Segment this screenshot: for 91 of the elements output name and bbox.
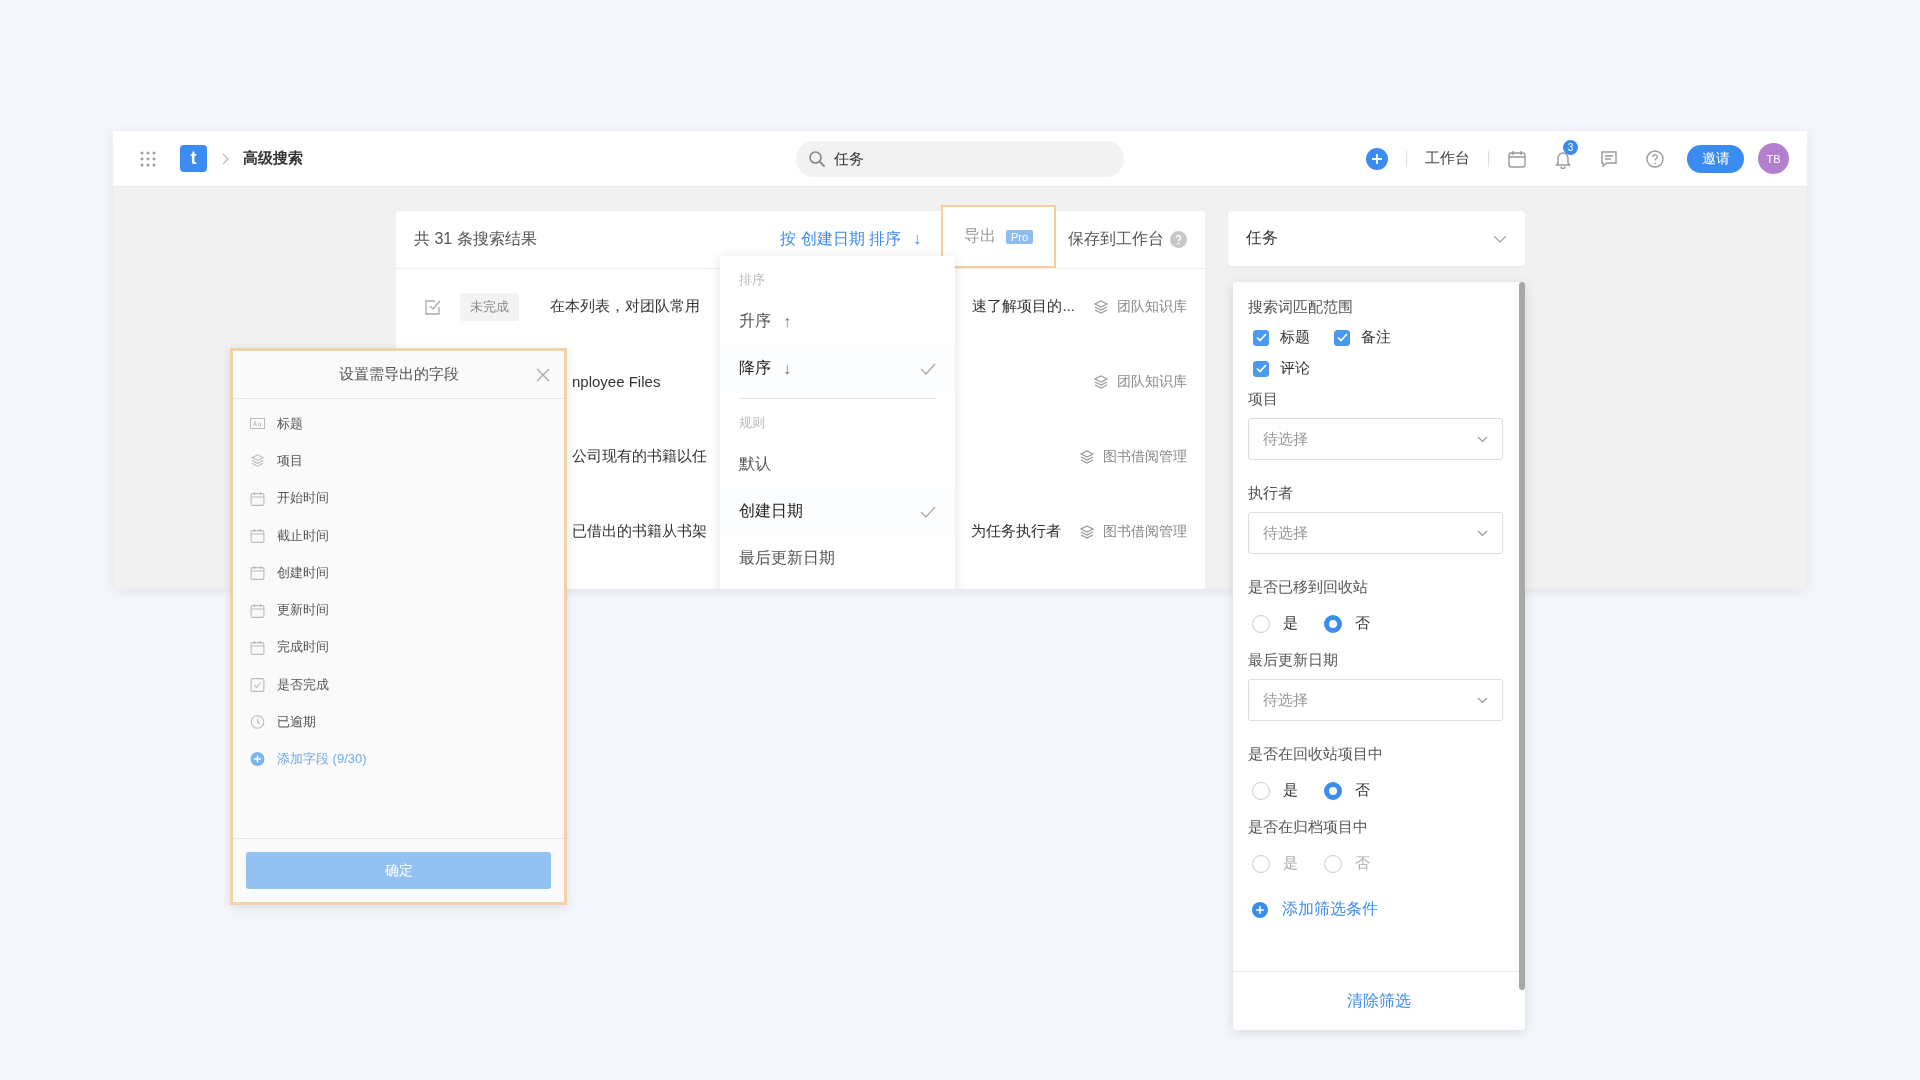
- page-title: 高级搜索: [243, 149, 303, 168]
- checkbox[interactable]: [1253, 360, 1269, 377]
- task-title[interactable]: nployee Files: [572, 373, 661, 390]
- filter-label: 是否在归档项目中: [1248, 817, 1369, 837]
- field-name: 截止时间: [277, 526, 329, 545]
- chevron-down-icon: [1477, 435, 1488, 443]
- project-name: 图书借阅管理: [1103, 522, 1187, 541]
- result-count: 共 31 条搜索结果: [414, 229, 537, 249]
- radio-button[interactable]: [1324, 614, 1342, 633]
- radio-label: 是: [1283, 854, 1298, 873]
- chat-icon[interactable]: [1599, 148, 1619, 169]
- sort-button[interactable]: 按 创建日期 排序 ↓: [780, 229, 921, 250]
- add-icon: [250, 752, 265, 767]
- search-field[interactable]: 任务: [796, 141, 1124, 177]
- layers-icon: [1079, 523, 1095, 540]
- task-title[interactable]: 速了解项目的...: [972, 297, 1075, 316]
- task-checkbox-icon[interactable]: [424, 297, 442, 316]
- chevron-down-icon: [1493, 234, 1507, 243]
- clock-icon: [250, 715, 265, 729]
- text-field-icon: [250, 417, 265, 431]
- checkbox[interactable]: [1253, 329, 1269, 346]
- layers-icon: [1093, 298, 1109, 315]
- radio-label: 否: [1355, 781, 1370, 800]
- save-to-workspace-button[interactable]: 保存到工作台: [1068, 229, 1164, 250]
- calendar-icon: [250, 528, 265, 544]
- radio-button[interactable]: [1324, 781, 1342, 800]
- filter-label: 项目: [1248, 389, 1279, 409]
- layers-icon: [1093, 373, 1109, 390]
- apps-icon[interactable]: [140, 150, 156, 167]
- checkbox-label: 标题: [1280, 328, 1310, 347]
- checkbox[interactable]: [1334, 329, 1350, 346]
- checkmark-icon: [920, 505, 936, 518]
- task-title[interactable]: 在本列表，对团队常用: [550, 297, 700, 316]
- filter-label: 执行者: [1248, 483, 1294, 503]
- filter-label: 最后更新日期: [1248, 650, 1339, 670]
- add-icon: [1252, 901, 1268, 918]
- calendar-icon[interactable]: [1507, 148, 1527, 169]
- sort-option[interactable]: 默认: [720, 441, 955, 488]
- sort-option[interactable]: 最后更新日期: [720, 535, 955, 582]
- workspace-link[interactable]: 工作台: [1425, 149, 1470, 168]
- field-name: 更新时间: [277, 601, 329, 620]
- filter-label: 是否已移到回收站: [1248, 577, 1369, 597]
- chevron-down-icon: [1477, 696, 1488, 704]
- clear-filter-link[interactable]: 清除筛选: [1347, 990, 1411, 1012]
- calendar-icon: [250, 639, 265, 655]
- chevron-right-icon: [221, 152, 229, 165]
- filter-label: 是否在回收站项目中: [1248, 744, 1384, 764]
- menu-section-heading: 规则: [738, 414, 766, 432]
- project-name: 团队知识库: [1117, 297, 1187, 316]
- checkbox-label: 评论: [1280, 359, 1310, 378]
- dialog-title: 设置需导出的字段: [338, 365, 459, 384]
- checkbox-label: 备注: [1361, 328, 1391, 347]
- field-name: 创建时间: [277, 563, 329, 582]
- radio-label: 是: [1283, 781, 1298, 800]
- task-title[interactable]: 为任务执行者: [971, 522, 1061, 541]
- project-name: 图书借阅管理: [1103, 447, 1187, 466]
- add-icon[interactable]: [1366, 147, 1388, 170]
- layers-icon: [1079, 448, 1095, 465]
- task-title[interactable]: 已借出的书籍从书架: [572, 522, 707, 541]
- help-icon[interactable]: [1645, 148, 1665, 169]
- scrollbar[interactable]: [1519, 282, 1525, 990]
- checkmark-icon: [920, 362, 936, 375]
- sort-option[interactable]: 降序 ↓: [720, 345, 955, 392]
- field-name: 已逾期: [277, 713, 316, 731]
- layers-icon: [250, 453, 265, 469]
- help-icon[interactable]: [1170, 231, 1187, 248]
- field-name: 标题: [277, 414, 303, 433]
- chevron-down-icon: [1477, 529, 1488, 537]
- status-tag: 未完成: [460, 292, 519, 321]
- search-icon: [808, 150, 826, 168]
- notification-count: 3: [1563, 139, 1578, 155]
- close-icon[interactable]: [536, 368, 550, 382]
- menu-section-heading: 排序: [738, 271, 766, 289]
- field-name: 是否完成: [277, 675, 329, 694]
- radio-label: 是: [1283, 614, 1298, 633]
- sort-option[interactable]: 升序 ↑: [720, 298, 955, 345]
- add-filter-link[interactable]: 添加筛选条件: [1252, 899, 1503, 920]
- calendar-icon: [250, 490, 265, 506]
- field-name: 项目: [277, 451, 303, 470]
- calendar-icon: [250, 602, 265, 618]
- type-select[interactable]: 任务: [1228, 211, 1525, 266]
- sort-option[interactable]: 创建日期: [720, 488, 955, 535]
- project-name: 团队知识库: [1117, 372, 1187, 391]
- radio-label: 否: [1355, 854, 1370, 873]
- radio-label: 否: [1355, 614, 1370, 633]
- field-name: 完成时间: [277, 638, 329, 657]
- checkbox-icon: [250, 677, 265, 692]
- field-name: 开始时间: [277, 489, 329, 508]
- filter-label: 搜索词匹配范围: [1248, 297, 1354, 317]
- calendar-icon: [250, 565, 265, 581]
- task-title[interactable]: 公司现有的书籍以任: [572, 447, 707, 466]
